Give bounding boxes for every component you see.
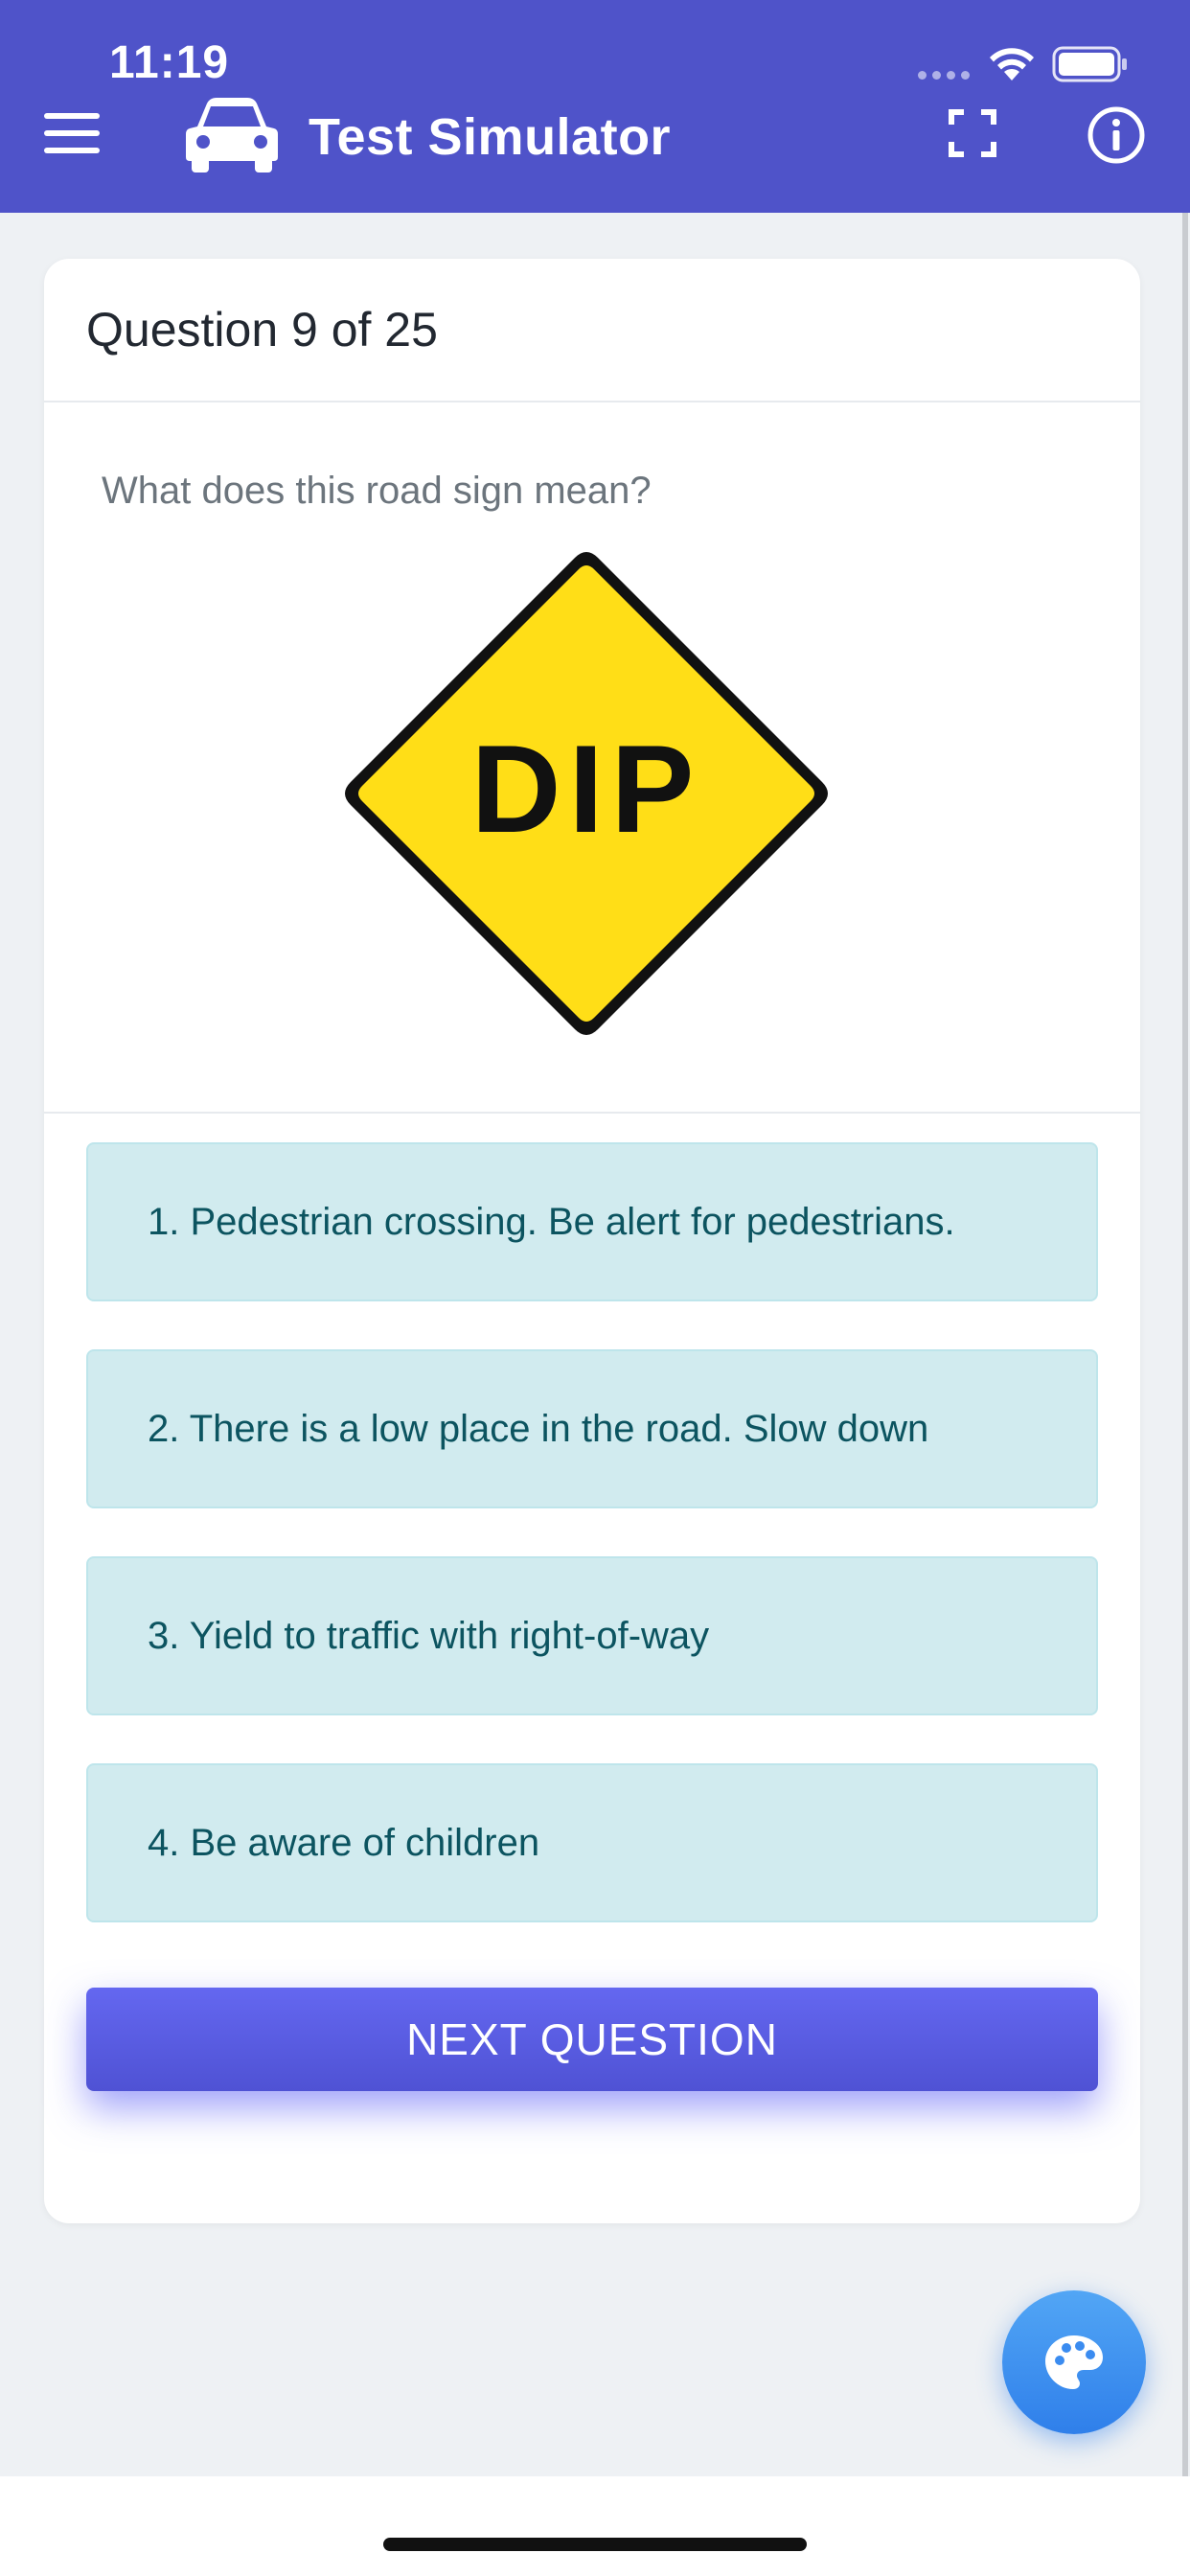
scrollbar[interactable]: [1182, 213, 1188, 2476]
answer-option-1[interactable]: 1. Pedestrian crossing. Be alert for ped…: [86, 1142, 1098, 1301]
sign-text: DIP: [471, 719, 702, 859]
fullscreen-icon[interactable]: [949, 109, 996, 157]
home-indicator[interactable]: [383, 2538, 807, 2551]
app-header: 11:19 Test Simulator: [0, 0, 1190, 213]
dip-road-sign-image: DIP: [345, 552, 828, 1035]
answer-list: 1. Pedestrian crossing. Be alert for ped…: [44, 1114, 1140, 1922]
card-header: Question 9 of 25: [44, 259, 1140, 402]
next-question-button[interactable]: NEXT QUESTION: [86, 1988, 1098, 2091]
status-time: 11:19: [109, 37, 230, 88]
cellular-signal-icon: [918, 71, 970, 80]
theme-fab-button[interactable]: [1002, 2290, 1146, 2434]
question-counter: Question 9 of 25: [86, 303, 438, 356]
question-card: Question 9 of 25 What does this road sig…: [44, 259, 1140, 2223]
info-icon[interactable]: [1087, 105, 1146, 165]
app-title: Test Simulator: [309, 108, 672, 166]
question-text: What does this road sign mean?: [102, 470, 652, 512]
battery-icon: [1052, 46, 1127, 82]
car-icon: [186, 98, 278, 172]
answer-option-4[interactable]: 4. Be aware of children: [86, 1763, 1098, 1922]
answer-option-3[interactable]: 3. Yield to traffic with right-of-way: [86, 1556, 1098, 1715]
bottom-safe-area: [0, 2476, 1190, 2576]
app-screen: 11:19 Test Simulator Question 9 of 25 Wh…: [0, 0, 1190, 2576]
question-body: What does this road sign mean? DIP: [44, 402, 1140, 1114]
palette-icon: [1045, 2335, 1103, 2389]
wifi-icon: [990, 48, 1034, 80]
hamburger-menu-icon[interactable]: [44, 113, 100, 157]
answer-option-2[interactable]: 2. There is a low place in the road. Slo…: [86, 1349, 1098, 1508]
